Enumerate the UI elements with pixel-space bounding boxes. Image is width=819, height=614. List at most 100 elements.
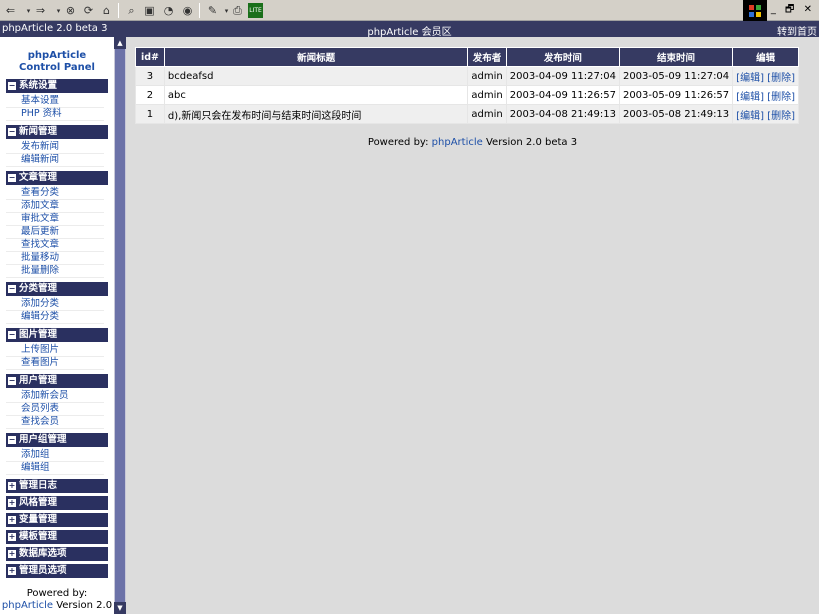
sidebar-group: − 图片管理上传图片 查看图片 [6,328,108,374]
search-icon[interactable]: ⌕ [123,2,140,19]
sidebar-group-header[interactable]: − 图片管理 [6,328,108,342]
cell-edit: [编辑] [删除] [732,85,799,105]
cell-author: admin [467,66,507,86]
sidebar-group-label: 用户管理 [19,375,58,386]
sidebar-item[interactable]: 批量移动 [6,252,104,265]
media-icon[interactable]: ◉ [179,2,196,19]
sidebar: phpArticle Control Panel − 系统设置 基本设置 PHP 资料… [0,37,114,614]
cell-id: 1 [135,104,165,124]
sidebar-group-header[interactable]: − 新闻管理 [6,125,108,139]
sidebar-group-header[interactable]: + 管理员选项 [6,564,108,578]
sidebar-item[interactable]: 查看图片 [6,357,104,370]
cell-end-time: 2003-05-08 21:49:13 [618,104,734,124]
scroll-thumb[interactable] [115,49,125,602]
sidebar-item[interactable]: 审批文章 [6,213,104,226]
sidebar-item[interactable]: 发布新闻 [6,141,104,154]
sidebar-item[interactable]: 查找文章 [6,239,104,252]
sidebar-group-header[interactable]: + 管理日志 [6,479,108,493]
table-row: 2 abc admin 2003-04-09 11:26:57 2003-05-09 1… [135,85,799,105]
refresh-icon[interactable]: ⟳ [80,2,97,19]
expand-icon[interactable]: + [8,482,16,490]
sidebar-item[interactable]: 添加分类 [6,298,104,311]
sidebar-group-header[interactable]: − 用户组管理 [6,433,108,447]
sidebar-item[interactable]: 编辑新闻 [6,154,104,167]
cell-edit: [编辑] [删除] [732,66,799,86]
back-icon[interactable]: ⇐ [2,2,19,19]
lite-icon[interactable]: LITE [248,3,263,18]
sidebar-item[interactable]: 基本设置 [6,95,104,108]
cell-end-time: 2003-05-09 11:27:04 [618,66,734,86]
powered-by: Powered by: phpArticle Version 2.0 beta … [367,137,578,148]
sidebar-group-header[interactable]: + 变量管理 [6,513,108,527]
home-icon[interactable]: ⌂ [98,2,115,19]
cell-author: admin [467,104,507,124]
delete-link[interactable]: [删除] [767,111,795,122]
expand-icon[interactable]: + [8,567,16,575]
table-header-row: id# 新闻标题 发布者 发布时间 结束时间 编辑 [135,47,799,67]
expand-icon[interactable]: + [8,533,16,541]
windows-logo-icon [743,0,767,21]
sidebar-scrollbar[interactable]: ▲ ▼ [114,37,126,614]
sidebar-group-header[interactable]: + 风格管理 [6,496,108,510]
sidebar-group-header[interactable]: + 数据库选项 [6,547,108,561]
sidebar-group: + 管理日志 [6,479,108,493]
sidebar-item[interactable]: PHP 资料 [6,108,104,121]
sidebar-group-header[interactable]: − 分类管理 [6,282,108,296]
sidebar-group-header[interactable]: + 模板管理 [6,530,108,544]
phparticle-footer-link[interactable]: phpArticle [432,137,483,148]
sidebar-item[interactable]: 会员列表 [6,403,104,416]
history-icon[interactable]: ◔ [160,2,177,19]
scroll-down-icon[interactable]: ▼ [114,602,126,614]
cell-start-time: 2003-04-08 21:49:13 [505,104,620,124]
sidebar-group-label: 模板管理 [19,531,58,542]
expand-icon[interactable]: + [8,516,16,524]
cell-edit: [编辑] [删除] [732,104,799,124]
scroll-up-icon[interactable]: ▲ [114,37,126,49]
sidebar-item[interactable]: 添加文章 [6,200,104,213]
print-icon[interactable]: ⎙ [229,2,246,19]
phparticle-link[interactable]: phpArticle [2,600,53,611]
favorites-icon[interactable]: ▣ [141,2,158,19]
sidebar-item[interactable]: 编辑分类 [6,311,104,324]
sidebar-group-header[interactable]: − 文章管理 [6,171,108,185]
sidebar-item[interactable]: 添加新会员 [6,390,104,403]
sidebar-item[interactable]: 查找会员 [6,416,104,429]
expand-icon[interactable]: + [8,550,16,558]
sidebar-group-label: 图片管理 [19,329,58,340]
sidebar-item[interactable]: 上传图片 [6,344,104,357]
sidebar-group: + 模板管理 [6,530,108,544]
sidebar-item[interactable]: 查看分类 [6,187,104,200]
collapse-icon[interactable]: − [8,436,16,444]
edit-link[interactable]: [编辑] [736,111,764,122]
goto-home-link[interactable]: 转到首页 [777,23,817,38]
sidebar-item[interactable]: 最后更新 [6,226,104,239]
expand-icon[interactable]: + [8,499,16,507]
cell-id: 3 [135,66,165,86]
sidebar-group-label: 数据库选项 [19,548,67,559]
sidebar-group: − 新闻管理发布新闻 编辑新闻 [6,125,108,171]
edit-link[interactable]: [编辑] [736,92,764,103]
stop-icon[interactable]: ⊗ [62,2,79,19]
collapse-icon[interactable]: − [8,285,16,293]
collapse-icon[interactable]: − [8,174,16,182]
sidebar-item[interactable]: 编辑组 [6,462,104,475]
sidebar-group-label: 风格管理 [19,497,58,508]
forward-icon[interactable]: ⇒ [32,2,49,19]
window-controls[interactable]: _ 🗗 ✕ [771,2,815,19]
edit-link[interactable]: [编辑] [736,73,764,84]
collapse-icon[interactable]: − [8,331,16,339]
sidebar-group-header[interactable]: − 用户管理 [6,374,108,388]
collapse-icon[interactable]: − [8,82,16,90]
cell-start-time: 2003-04-09 11:27:04 [505,66,620,86]
sidebar-group-header[interactable]: − 系统设置 [6,79,108,93]
sidebar-item[interactable]: 批量删除 [6,265,104,278]
collapse-icon[interactable]: − [8,128,16,136]
sidebar-group-label: 分类管理 [19,283,58,294]
sidebar-group: + 变量管理 [6,513,108,527]
delete-link[interactable]: [删除] [767,92,795,103]
delete-link[interactable]: [删除] [767,73,795,84]
sidebar-item[interactable]: 添加组 [6,449,104,462]
sidebar-group-label: 管理日志 [19,480,58,491]
collapse-icon[interactable]: − [8,377,16,385]
title-bar: phpArticle 2.0 beta 3 phpArticle 会员区 转到首… [0,21,819,38]
